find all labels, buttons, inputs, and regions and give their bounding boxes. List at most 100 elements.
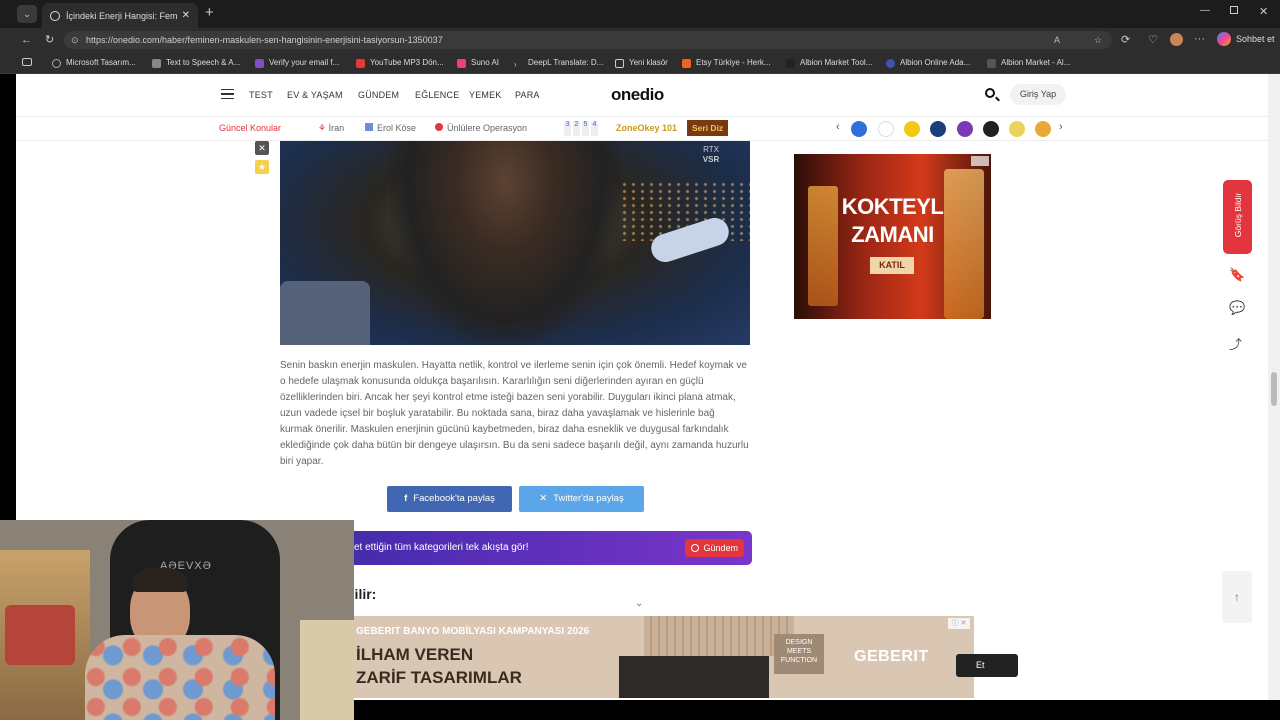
new-tab-button[interactable]: + (205, 4, 214, 21)
chevron-down-icon[interactable]: ⌄ (635, 598, 643, 609)
more-menu-icon[interactable]: ··· (1194, 32, 1205, 46)
hamburger-menu-icon[interactable] (221, 89, 234, 99)
ad-line-2: ZARİF TASARIMLAR (356, 668, 522, 687)
topic-dot-icon (435, 123, 443, 131)
back-icon[interactable]: ← (21, 33, 32, 47)
carousel-prev-icon[interactable]: ‹ (836, 121, 840, 133)
ad-brand-logo: GEBERIT (854, 648, 929, 665)
bookmark-item[interactable]: YouTube MP3 Dön... (356, 57, 444, 69)
ad-line-1: İLHAM VEREN (356, 645, 474, 664)
nav-news[interactable]: GÜNDEM (358, 90, 399, 100)
site-logo[interactable]: onedio (611, 85, 664, 105)
nav-entertainment[interactable]: EĞLENCE (415, 90, 459, 100)
copilot-icon[interactable] (1217, 32, 1231, 46)
channel-icon[interactable] (878, 121, 894, 137)
active-tab[interactable]: İçindeki Enerji Hangisi: Feminen m ✕ (42, 3, 198, 28)
page-scrollbar[interactable] (1268, 74, 1280, 700)
read-aloud-icon[interactable]: A (1054, 31, 1060, 49)
bookmark-folder[interactable]: Yeni klasör (615, 57, 668, 69)
browser-tab-bar: ⌄ İçindeki Enerji Hangisi: Feminen m ✕ +… (0, 0, 1280, 28)
tab-title: İçindeki Enerji Hangisi: Feminen m (66, 10, 178, 21)
channel-icon[interactable] (1035, 121, 1051, 137)
topics-bar: Güncel Konular ⚘ İran Erol Köse Ünlülere… (16, 117, 1268, 141)
carousel-next-icon[interactable]: › (1059, 121, 1063, 133)
ad-info-icon[interactable]: ⓘ ✕ (948, 618, 970, 629)
vsr-badge: RTX VSR (702, 145, 720, 164)
profile-avatar[interactable] (1170, 33, 1183, 46)
maximize-icon[interactable] (1230, 6, 1238, 14)
bookmark-item[interactable]: Microsoft Tasarım... (52, 57, 136, 69)
nav-food[interactable]: YEMEK (469, 90, 502, 100)
bookmark-item[interactable]: Albion Market - Al... (987, 57, 1070, 69)
nav-test[interactable]: TEST (249, 90, 273, 100)
bookmark-item[interactable]: Albion Online Ada... (886, 57, 970, 69)
bookmark-item[interactable]: Text to Speech & A... (152, 57, 240, 69)
channel-icon[interactable] (930, 121, 946, 137)
series-button[interactable]: Seri Diz (687, 120, 729, 136)
gundem-button[interactable]: Gündem (685, 539, 744, 557)
topics-label: Güncel Konular (219, 123, 282, 133)
close-icon[interactable]: ✕ (255, 141, 269, 155)
share-icon[interactable]: ⤴ (1229, 334, 1242, 353)
x-icon: ✕ (539, 493, 548, 504)
bookmark-icon[interactable]: 🔖 (1229, 267, 1245, 283)
facebook-share-button[interactable]: f Facebook'ta paylaş (387, 486, 512, 512)
twitter-share-button[interactable]: ✕ Twitter'da paylaş (519, 486, 644, 512)
gundem-icon (691, 544, 700, 552)
address-bar[interactable]: ⊙ https://onedio.com/haber/feminen-masku… (64, 31, 1112, 49)
topic-iran[interactable]: ⚘ İran (318, 123, 344, 134)
channel-icon[interactable] (904, 121, 920, 137)
bookmark-item[interactable]: Verify your email f... (255, 57, 339, 69)
scrollbar-thumb[interactable] (1271, 372, 1277, 406)
reload-icon[interactable]: ↻ (45, 33, 54, 47)
channel-icon[interactable] (957, 121, 973, 137)
article-paragraph: Senin baskın enerjin maskulen. Hayatta n… (280, 360, 749, 467)
tab-favicon-icon (50, 10, 60, 21)
channel-icon[interactable] (1009, 121, 1025, 137)
zoneokey-label[interactable]: ZoneOkey 101 (616, 123, 677, 133)
site-info-icon[interactable]: ⊙ (71, 31, 79, 49)
nav-home-life[interactable]: EV & YAŞAM (287, 90, 343, 100)
cocktail-ad[interactable]: KOKTEYL ZAMANI KATIL (794, 154, 991, 319)
close-window-icon[interactable]: ✕ (1259, 5, 1268, 18)
feedback-tab[interactable]: Görüş Bildir (1223, 180, 1252, 254)
topic-operation[interactable]: Ünlülere Operasyon (435, 123, 527, 133)
tab-close-icon[interactable]: ✕ (182, 10, 190, 21)
bookmark-item[interactable]: Albion Market Tool... (786, 57, 872, 69)
ad-headline-1: KOKTEYL (841, 194, 944, 219)
channel-icon[interactable] (983, 121, 999, 137)
topic-erol-kose[interactable]: Erol Köse (365, 123, 416, 133)
article-gif-image: RTX VSR (280, 141, 750, 345)
sofa-shape (280, 281, 370, 345)
login-button[interactable]: Giriş Yap (1010, 84, 1066, 105)
person-shirt (85, 635, 275, 720)
extensions-icon[interactable]: ⟳ (1121, 33, 1130, 47)
zoneokey-tiles[interactable]: 3 2 5 4 (564, 121, 598, 136)
feedback-label: Görüş Bildir (1233, 192, 1243, 238)
channel-icon[interactable] (851, 121, 867, 137)
webcam-overlay: AƏEVXƏ (0, 520, 354, 720)
geberit-ad[interactable]: GEBERIT BANYO MOBİLYASI KAMPANYASI 2026 … (354, 616, 974, 698)
search-icon[interactable] (985, 88, 1000, 102)
scroll-to-top-button[interactable]: ↑ (1222, 571, 1252, 623)
webcam-door (300, 620, 354, 720)
adchoices-icon[interactable] (971, 156, 989, 166)
favorite-star-icon[interactable]: ☆ (1094, 31, 1102, 49)
bookmark-item[interactable]: › DeepL Translate: D... (514, 57, 603, 69)
chat-label[interactable]: Sohbet et (1236, 34, 1275, 44)
tab-list-chevron-icon[interactable]: ⌄ (17, 5, 37, 23)
ad-cta-button[interactable]: Et (956, 654, 1018, 677)
man-figure (390, 141, 620, 345)
trend-icon: ⚘ (318, 123, 329, 133)
bookmark-item[interactable]: Suno AI (457, 57, 499, 69)
promo-text: et ettiğin tüm kategorileri tek akışta g… (354, 542, 529, 553)
bookmark-item[interactable]: Etsy Türkiye - Herk... (682, 57, 771, 69)
star-badge-icon[interactable]: ★ (255, 160, 269, 174)
webcam-clothes (5, 605, 75, 665)
minimize-icon[interactable]: — (1200, 5, 1210, 16)
browser-essentials-icon[interactable]: ♡ (1148, 33, 1158, 47)
bookmark-menu-icon[interactable] (22, 58, 32, 66)
comments-icon[interactable]: 💬 (1229, 300, 1245, 316)
ad-join-button[interactable]: KATIL (870, 257, 914, 274)
nav-money[interactable]: PARA (515, 90, 540, 100)
